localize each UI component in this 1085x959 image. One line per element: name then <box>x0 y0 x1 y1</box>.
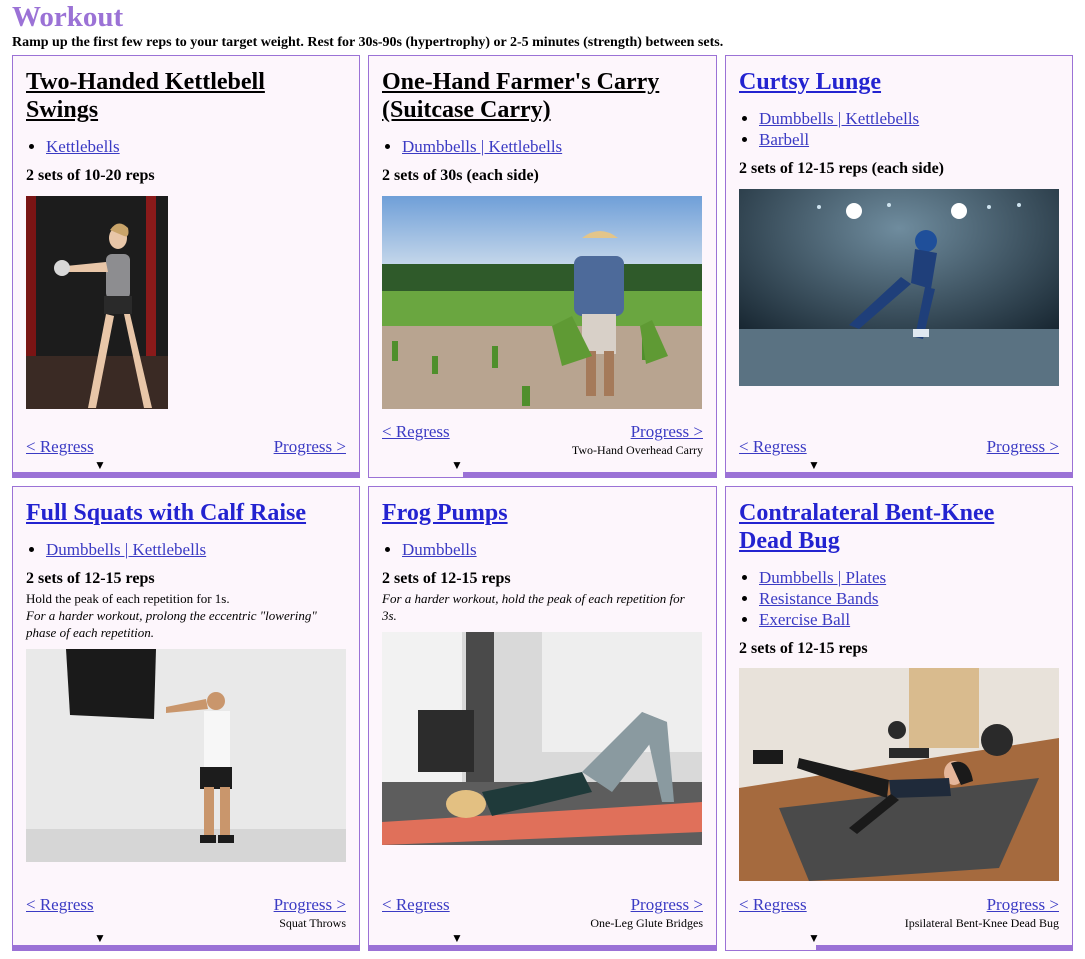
progress-next-exercise: Squat Throws <box>279 916 346 930</box>
exercise-title-link[interactable]: One-Hand Farmer's Carry (Suitcase Carry) <box>382 69 659 123</box>
regress-link[interactable]: < Regress <box>739 895 807 915</box>
equipment-item: Dumbbells | Kettlebells <box>402 136 562 157</box>
exercise-title: Full Squats with Calf Raise <box>26 499 349 527</box>
caret-down-icon[interactable]: ▼ <box>94 932 106 944</box>
progress-bar <box>13 472 359 477</box>
exercise-photo <box>26 649 346 862</box>
equipment-link[interactable]: Kettlebells <box>46 137 120 156</box>
equipment-item: Dumbbells <box>402 539 477 560</box>
exercise-photo <box>382 632 702 845</box>
exercise-card: One-Hand Farmer's Carry (Suitcase Carry)… <box>368 55 717 478</box>
exercise-title: Curtsy Lunge <box>739 68 1062 96</box>
equipment-item: Barbell <box>759 129 919 150</box>
caret-down-icon[interactable]: ▼ <box>451 932 463 944</box>
exercise-title-link[interactable]: Curtsy Lunge <box>739 69 881 95</box>
progress-next-exercise: Ipsilateral Bent-Knee Dead Bug <box>904 916 1059 930</box>
equipment-item: Resistance Bands <box>759 588 886 609</box>
exercise-note-harder: For a harder workout, prolong the eccent… <box>26 607 345 641</box>
progress-bar <box>369 945 716 950</box>
progress-bar <box>13 945 359 950</box>
regress-link[interactable]: < Regress <box>739 437 807 457</box>
caret-down-icon[interactable]: ▼ <box>451 459 463 471</box>
equipment-list: Kettlebells <box>26 136 120 157</box>
exercise-title-link[interactable]: Two-Handed Kettlebell Swings <box>26 69 265 123</box>
equipment-link[interactable]: Dumbbells | Kettlebells <box>759 109 919 128</box>
exercise-photo <box>739 668 1059 881</box>
exercise-title: One-Hand Farmer's Carry (Suitcase Carry) <box>382 68 682 124</box>
page-subtitle: Ramp up the first few reps to your targe… <box>12 35 724 50</box>
progress-link[interactable]: Progress > <box>987 437 1059 457</box>
exercise-card: Frog Pumps Dumbbells 2 sets of 12-15 rep… <box>368 486 717 951</box>
exercise-title-link[interactable]: Contralateral Bent-Knee Dead Bug <box>739 500 994 554</box>
progress-bar <box>815 945 1072 950</box>
equipment-link[interactable]: Barbell <box>759 130 809 149</box>
regress-link[interactable]: < Regress <box>26 437 94 457</box>
equipment-link[interactable]: Dumbbells | Plates <box>759 568 886 587</box>
equipment-item: Kettlebells <box>46 136 120 157</box>
exercise-photo <box>739 189 1059 386</box>
equipment-link[interactable]: Resistance Bands <box>759 589 878 608</box>
exercise-note-italic: For a harder workout, prolong the eccent… <box>26 608 317 640</box>
equipment-list: Dumbbells | Plates Resistance Bands Exer… <box>739 567 886 630</box>
sets-reps: 2 sets of 12-15 reps <box>26 570 155 587</box>
progress-link[interactable]: Progress > <box>987 895 1059 915</box>
exercise-title-link[interactable]: Full Squats with Calf Raise <box>26 500 306 526</box>
sets-reps: 2 sets of 10-20 reps <box>26 167 155 184</box>
regress-link[interactable]: < Regress <box>382 895 450 915</box>
exercise-card: Two-Handed Kettlebell Swings Kettlebells… <box>12 55 360 478</box>
exercise-photo <box>26 196 168 409</box>
regress-link[interactable]: < Regress <box>382 422 450 442</box>
exercise-title: Contralateral Bent-Knee Dead Bug <box>739 499 1029 555</box>
exercise-photo <box>382 196 702 409</box>
sets-reps: 2 sets of 12-15 reps (each side) <box>739 160 945 177</box>
progress-bar <box>726 472 1072 477</box>
caret-down-icon[interactable]: ▼ <box>808 459 820 471</box>
exercise-title: Frog Pumps <box>382 499 706 527</box>
equipment-list: Dumbbells <box>382 539 477 560</box>
progress-link[interactable]: Progress > <box>274 437 346 457</box>
exercise-note-italic: For a harder workout, hold the peak of e… <box>382 591 685 623</box>
progress-bar <box>462 472 716 477</box>
equipment-list: Dumbbells | Kettlebells Barbell <box>739 108 919 150</box>
progress-link[interactable]: Progress > <box>274 895 346 915</box>
caret-down-icon[interactable]: ▼ <box>94 459 106 471</box>
exercise-note: Hold the peak of each repetition for 1s. <box>26 591 230 606</box>
caret-down-icon[interactable]: ▼ <box>808 932 820 944</box>
equipment-link[interactable]: Exercise Ball <box>759 610 850 629</box>
exercise-card: Full Squats with Calf Raise Dumbbells | … <box>12 486 360 951</box>
sets-reps: 2 sets of 12-15 reps <box>382 570 511 587</box>
exercise-card: Curtsy Lunge Dumbbells | Kettlebells Bar… <box>725 55 1073 478</box>
page-title: Workout <box>12 1 124 33</box>
equipment-link[interactable]: Dumbbells | Kettlebells <box>402 137 562 156</box>
sets-reps: 2 sets of 30s (each side) <box>382 167 539 184</box>
equipment-item: Dumbbells | Kettlebells <box>46 539 206 560</box>
exercise-title: Two-Handed Kettlebell Swings <box>26 68 286 124</box>
progress-next-exercise: One-Leg Glute Bridges <box>590 916 703 930</box>
equipment-link[interactable]: Dumbbells | Kettlebells <box>46 540 206 559</box>
exercise-card: Contralateral Bent-Knee Dead Bug Dumbbel… <box>725 486 1073 951</box>
progress-next-exercise: Two-Hand Overhead Carry <box>571 443 703 457</box>
equipment-link[interactable]: Dumbbells <box>402 540 477 559</box>
progress-link[interactable]: Progress > <box>631 422 703 442</box>
equipment-item: Exercise Ball <box>759 609 886 630</box>
exercise-note-harder: For a harder workout, hold the peak of e… <box>382 590 702 624</box>
equipment-list: Dumbbells | Kettlebells <box>382 136 562 157</box>
regress-link[interactable]: < Regress <box>26 895 94 915</box>
equipment-item: Dumbbells | Plates <box>759 567 886 588</box>
progress-link[interactable]: Progress > <box>631 895 703 915</box>
equipment-item: Dumbbells | Kettlebells <box>759 108 919 129</box>
sets-reps: 2 sets of 12-15 reps <box>739 640 868 657</box>
exercise-title-link[interactable]: Frog Pumps <box>382 500 508 526</box>
equipment-list: Dumbbells | Kettlebells <box>26 539 206 560</box>
